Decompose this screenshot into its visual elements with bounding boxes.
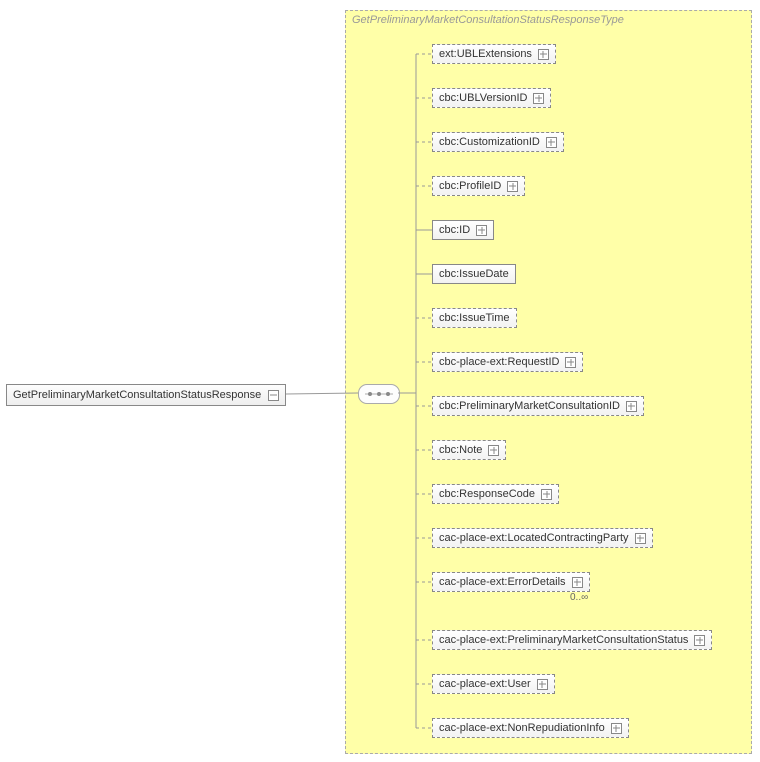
schema-element[interactable]: cac-place-ext:User (432, 674, 555, 694)
schema-element[interactable]: cbc:PreliminaryMarketConsultationID (432, 396, 644, 416)
schema-element[interactable]: cac-place-ext:LocatedContractingParty (432, 528, 653, 548)
expand-icon[interactable] (537, 679, 548, 690)
complex-type-name: GetPreliminaryMarketConsultationStatusRe… (352, 14, 624, 26)
root-element[interactable]: GetPreliminaryMarketConsultationStatusRe… (6, 384, 286, 406)
schema-element[interactable]: cbc:IssueDate (432, 264, 516, 284)
schema-element[interactable]: cac-place-ext:NonRepudiationInfo (432, 718, 629, 738)
expand-icon[interactable] (488, 445, 499, 456)
schema-element[interactable]: cbc:CustomizationID (432, 132, 564, 152)
schema-element-label: cbc:IssueTime (439, 312, 510, 324)
schema-element[interactable]: cbc-place-ext:RequestID (432, 352, 583, 372)
expand-icon[interactable] (635, 533, 646, 544)
schema-element[interactable]: cbc:ID (432, 220, 494, 240)
schema-element[interactable]: cbc:ResponseCode (432, 484, 559, 504)
schema-element-label: cac-place-ext:LocatedContractingParty (439, 532, 629, 544)
root-element-label: GetPreliminaryMarketConsultationStatusRe… (13, 389, 261, 401)
expand-icon[interactable] (611, 723, 622, 734)
expand-icon[interactable] (546, 137, 557, 148)
schema-element-label: cbc:ProfileID (439, 180, 501, 192)
schema-element-label: cac-place-ext:ErrorDetails (439, 576, 566, 588)
schema-element[interactable]: cac-place-ext:PreliminaryMarketConsultat… (432, 630, 712, 650)
expand-icon[interactable] (572, 577, 583, 588)
occurrence-indicator: 0..∞ (570, 592, 588, 603)
schema-element-label: cbc:UBLVersionID (439, 92, 527, 104)
schema-element-label: ext:UBLExtensions (439, 48, 532, 60)
schema-element-label: cbc:ResponseCode (439, 488, 535, 500)
schema-element-label: cac-place-ext:NonRepudiationInfo (439, 722, 605, 734)
schema-element[interactable]: cac-place-ext:ErrorDetails (432, 572, 590, 592)
schema-element-label: cac-place-ext:User (439, 678, 531, 690)
schema-element-label: cbc:CustomizationID (439, 136, 540, 148)
schema-element-label: cbc:PreliminaryMarketConsultationID (439, 400, 620, 412)
schema-element[interactable]: ext:UBLExtensions (432, 44, 556, 64)
schema-element-label: cbc:Note (439, 444, 482, 456)
expand-icon[interactable] (626, 401, 637, 412)
schema-element-label: cbc:ID (439, 224, 470, 236)
schema-element-label: cbc-place-ext:RequestID (439, 356, 559, 368)
expand-icon[interactable] (694, 635, 705, 646)
schema-element[interactable]: cbc:ProfileID (432, 176, 525, 196)
expand-icon[interactable] (476, 225, 487, 236)
sequence-compositor[interactable] (358, 384, 400, 404)
expand-icon[interactable] (538, 49, 549, 60)
expand-icon[interactable] (533, 93, 544, 104)
expand-icon[interactable] (507, 181, 518, 192)
expand-icon[interactable] (565, 357, 576, 368)
schema-element[interactable]: cbc:Note (432, 440, 506, 460)
schema-element-label: cbc:IssueDate (439, 268, 509, 280)
schema-element-label: cac-place-ext:PreliminaryMarketConsultat… (439, 634, 688, 646)
schema-element[interactable]: cbc:IssueTime (432, 308, 517, 328)
collapse-icon[interactable] (268, 390, 279, 401)
expand-icon[interactable] (541, 489, 552, 500)
schema-element[interactable]: cbc:UBLVersionID (432, 88, 551, 108)
